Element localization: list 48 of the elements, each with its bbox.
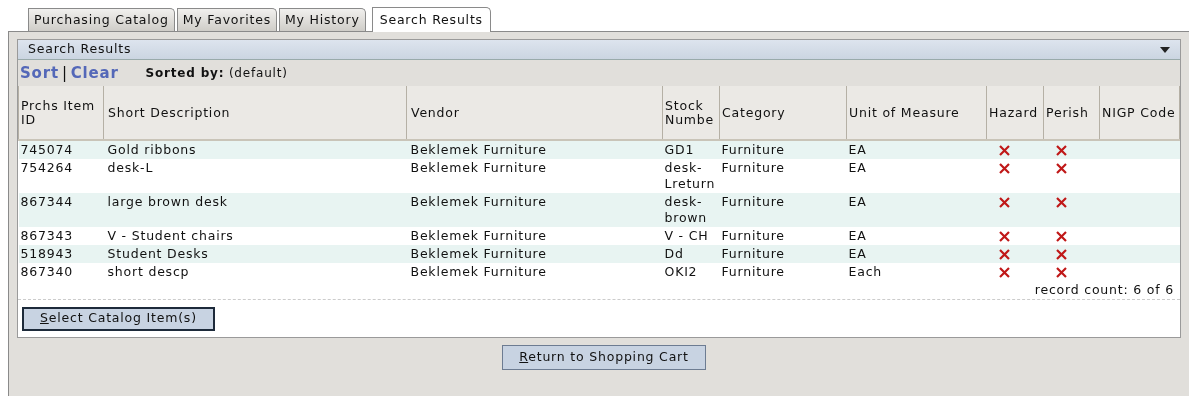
table-cell: EA	[848, 142, 867, 157]
select-catalog-items-button[interactable]: Select Catalog Item(s)	[22, 306, 215, 331]
table-cell: Furniture	[721, 264, 785, 279]
separator-text: |	[61, 62, 68, 84]
tab[interactable]: My History	[279, 8, 366, 31]
table-cell: Each	[848, 264, 883, 279]
table-cell: Beklemek Furniture	[410, 264, 547, 279]
panel-header[interactable]: Search Results	[18, 40, 1180, 60]
sort-link[interactable]: Sort	[20, 61, 59, 85]
table-cell: desk-L	[107, 160, 154, 175]
table-cell: EA	[848, 228, 867, 243]
table-cell: short descp	[107, 264, 190, 279]
table-cell: Furniture	[721, 160, 785, 175]
table-cell: EA	[848, 246, 867, 261]
table-cell: 745074	[20, 142, 74, 157]
table-cell: 867340	[20, 264, 74, 279]
table-cell: large brown desk	[107, 194, 228, 209]
clear-link[interactable]: Clear	[70, 61, 119, 85]
table-cell: 867343	[20, 228, 74, 243]
table-cell: EA	[848, 160, 867, 175]
table-cell: Beklemek Furniture	[410, 194, 547, 209]
table-cell: 867344	[20, 194, 74, 209]
table-cell: desk-brown	[664, 194, 708, 225]
tab[interactable]: Purchasing Catalog	[28, 8, 175, 31]
table-cell: Furniture	[721, 142, 785, 157]
table-cell: 754264	[20, 160, 74, 175]
table-cell: Furniture	[721, 246, 785, 261]
table-cell: Beklemek Furniture	[410, 246, 547, 261]
table-cell: V - Student chairs	[107, 228, 234, 243]
table-cell: GD1	[664, 142, 695, 157]
tab[interactable]: My Favorites	[176, 8, 277, 31]
return-to-cart-button[interactable]: Return to Shopping Cart	[502, 345, 706, 370]
table-cell: Student Desks	[107, 246, 209, 261]
record-count: record count: 6 of 6	[1034, 280, 1174, 299]
caret-icon[interactable]	[1160, 46, 1170, 53]
table-cell: OKI2	[664, 264, 698, 279]
table-cell: Dd	[664, 246, 684, 261]
tab[interactable]: Search Results	[371, 7, 491, 32]
table-cell: Beklemek Furniture	[410, 228, 547, 243]
table-cell: Furniture	[721, 228, 785, 243]
table-cell: EA	[848, 194, 867, 209]
table-cell: Gold ribbons	[107, 142, 197, 157]
table-cell: Beklemek Furniture	[410, 142, 547, 157]
table-cell: Furniture	[721, 194, 785, 209]
table-cell: 518943	[20, 246, 74, 261]
sorted-by-text: Sorted by: (default)	[145, 65, 288, 82]
table-cell: V - CH	[664, 228, 709, 243]
table-cell: Beklemek Furniture	[410, 160, 547, 175]
